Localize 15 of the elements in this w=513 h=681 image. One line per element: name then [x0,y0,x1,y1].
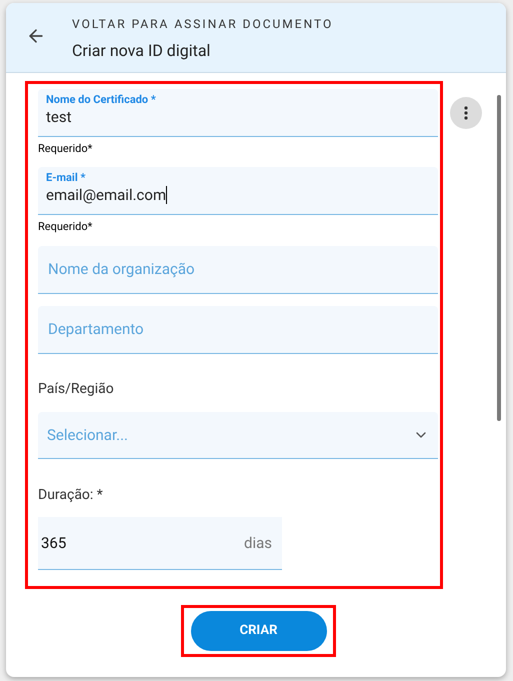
input-field[interactable]: E-mail * email@email.com [38,167,438,215]
back-label: VOLTAR PARA ASSINAR DOCUMENTO [72,17,334,32]
select-field[interactable]: Selecionar... [38,412,438,459]
helper-text: Requerido* [38,142,94,156]
input-field[interactable]: Departamento [38,306,438,354]
duration-field[interactable]: 365 dias [38,517,282,570]
helper-text: Requerido* [38,220,94,234]
field-label: País/Região [38,380,115,398]
more-options-button[interactable] [450,97,482,129]
dialog-title: Criar nova ID digital [72,41,212,61]
more-vertical-icon [464,106,468,120]
field-label: Duração: * [38,486,104,504]
input-field[interactable]: Nome do Certificado * test [38,89,438,137]
create-button[interactable]: CRIAR [190,611,326,651]
input-field[interactable]: Nome da organização [38,246,438,294]
